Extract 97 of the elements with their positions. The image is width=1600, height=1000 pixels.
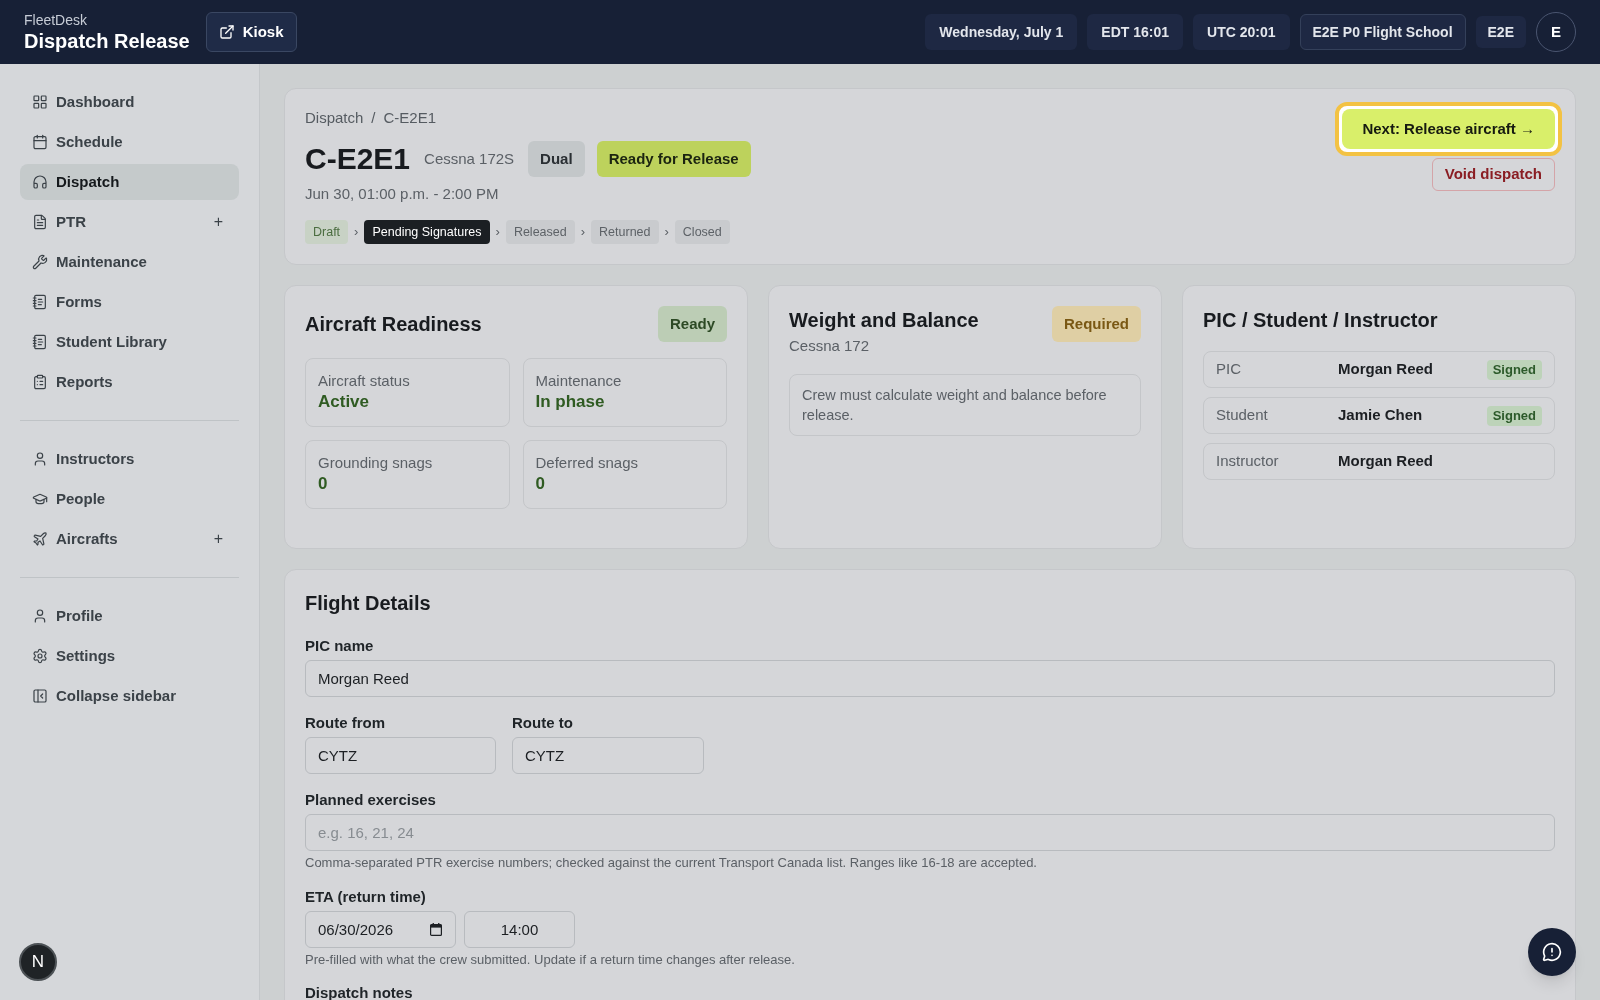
workflow-step: Closed — [674, 220, 730, 244]
step-separator: › — [664, 223, 669, 242]
sidebar-item[interactable]: Dashboard — [20, 84, 239, 120]
clipboard-icon — [32, 374, 48, 390]
person-icon — [32, 451, 48, 467]
chat-alert-icon — [1542, 942, 1562, 962]
page-title: Dispatch Release — [24, 29, 190, 53]
sidebar-item[interactable]: Reports — [20, 364, 239, 400]
calendar-icon — [32, 134, 48, 150]
field-label: Planned exercises — [305, 790, 437, 810]
app-name: FleetDesk — [24, 11, 89, 29]
field-label: ETA (return time) — [305, 887, 427, 907]
status-badge: Ready for Release — [596, 141, 751, 177]
crew-role: Instructor — [1216, 451, 1280, 472]
kiosk-button[interactable]: Kiosk — [205, 12, 297, 52]
info-chip: UTC 20:01 — [1193, 14, 1290, 50]
stat-label: Grounding snags — [318, 453, 434, 473]
void-dispatch-button[interactable]: Void dispatch — [1431, 158, 1555, 191]
plane-icon — [32, 531, 48, 547]
person-icon — [32, 608, 48, 624]
sidebar-item[interactable]: Profile — [20, 598, 239, 634]
pic-name-input[interactable]: Morgan Reed — [305, 660, 1555, 697]
document-icon — [32, 214, 48, 230]
sidebar-item[interactable]: Dispatch — [20, 164, 239, 200]
card-title: Aircraft Readiness — [305, 312, 482, 337]
info-chip: EDT 16:01 — [1087, 14, 1184, 50]
workflow-step: Released — [505, 220, 575, 244]
sidebar-item[interactable]: Schedule — [20, 124, 239, 160]
sidebar-item[interactable]: Student Library — [20, 324, 239, 360]
signed-badge: Signed — [1486, 405, 1542, 426]
crew-name: Morgan Reed — [1338, 451, 1433, 472]
settings-icon — [32, 648, 48, 664]
panel-left-icon — [32, 688, 48, 704]
field-label: Route from — [305, 713, 386, 733]
crew-name: Morgan Reed — [1338, 359, 1433, 380]
date-input[interactable]: 06/30/2026 — [305, 911, 456, 948]
breadcrumb-link[interactable]: Dispatch — [305, 109, 364, 127]
calendar-icon[interactable] — [430, 923, 442, 936]
stat-value: Active — [318, 391, 371, 413]
workflow-step: Pending Signatures — [364, 220, 490, 244]
field-label: Route to — [512, 713, 574, 733]
notebook-icon — [32, 294, 48, 310]
sidebar-item[interactable]: Collapse sidebar — [20, 678, 239, 714]
field-label: PIC name — [305, 636, 375, 656]
card-subtitle: Cessna 172 — [789, 336, 871, 356]
sidebar-item[interactable]: Forms — [20, 284, 239, 320]
grid-icon — [32, 94, 48, 110]
status-badge: Dual — [528, 141, 585, 177]
stat-value: In phase — [535, 391, 606, 413]
add-button[interactable]: + — [213, 210, 223, 234]
breadcrumb-current: C-E2E1 — [383, 109, 437, 127]
stat-label: Maintenance — [535, 371, 623, 391]
step-separator: › — [495, 223, 500, 242]
sidebar-item[interactable]: PTR + — [20, 204, 239, 240]
breadcrumb-separator: / — [371, 109, 376, 127]
info-chip: Wednesday, July 1 — [925, 14, 1078, 50]
graduation-cap-icon — [32, 491, 48, 507]
wrench-icon — [32, 254, 48, 270]
stat-label: Deferred snags — [535, 453, 640, 473]
schedule-time: Jun 30, 01:00 p.m. - 2:00 PM — [305, 185, 500, 203]
stat-label: Aircraft status — [318, 371, 411, 391]
aircraft-registration: C-E2E1 — [305, 141, 411, 177]
status-badge: Required — [1052, 306, 1141, 342]
planned-exercises-input[interactable]: e.g. 16, 21, 24 — [305, 814, 1555, 851]
time-input[interactable]: 14:00 — [464, 911, 575, 948]
sidebar-item[interactable]: Instructors — [20, 441, 239, 477]
crew-role: Student — [1216, 405, 1269, 426]
notebook-icon — [32, 334, 48, 350]
sidebar-item[interactable]: People — [20, 481, 239, 517]
stat-value: 0 — [318, 473, 329, 495]
organization-button[interactable]: E2E P0 Flight School — [1299, 14, 1466, 50]
help-text: Pre-filled with what the crew submitted. Update if a return time changes after release. — [305, 952, 796, 968]
release-aircraft-button[interactable]: Next: Release aircraft → — [1335, 102, 1562, 156]
external-link-icon — [218, 24, 235, 40]
signed-badge: Signed — [1486, 359, 1542, 380]
workflow-step: Returned — [591, 220, 659, 244]
user-code: E2E — [1475, 16, 1526, 48]
step-separator: › — [580, 223, 586, 242]
card-title: Weight and Balance — [789, 308, 979, 333]
aircraft-model: Cessna 172S — [424, 148, 515, 169]
help-text: Comma-separated PTR exercise numbers; checked against the current Transport Canada list. Ranges like 16-18 are accepted. — [305, 855, 1038, 871]
route-from-input[interactable]: CYTZ — [305, 737, 496, 774]
headphones-icon — [32, 174, 48, 190]
add-button[interactable]: + — [213, 527, 223, 551]
stat-value: 0 — [535, 473, 546, 495]
notice-text: Crew must calculate weight and balance before release. — [789, 374, 1141, 436]
card-title: Flight Details — [305, 591, 432, 616]
status-badge: Ready — [657, 306, 727, 342]
sidebar-item[interactable]: Maintenance — [20, 244, 239, 280]
crew-name: Jamie Chen — [1338, 405, 1423, 426]
route-to-input[interactable]: CYTZ — [512, 737, 704, 774]
workflow-step: Draft — [305, 220, 349, 244]
step-separator: › — [354, 223, 359, 242]
sidebar-item[interactable]: Settings — [20, 638, 239, 674]
crew-role: PIC — [1216, 359, 1242, 380]
sidebar-item[interactable]: Aircrafts + — [20, 521, 239, 557]
card-title: PIC / Student / Instructor — [1203, 308, 1439, 333]
